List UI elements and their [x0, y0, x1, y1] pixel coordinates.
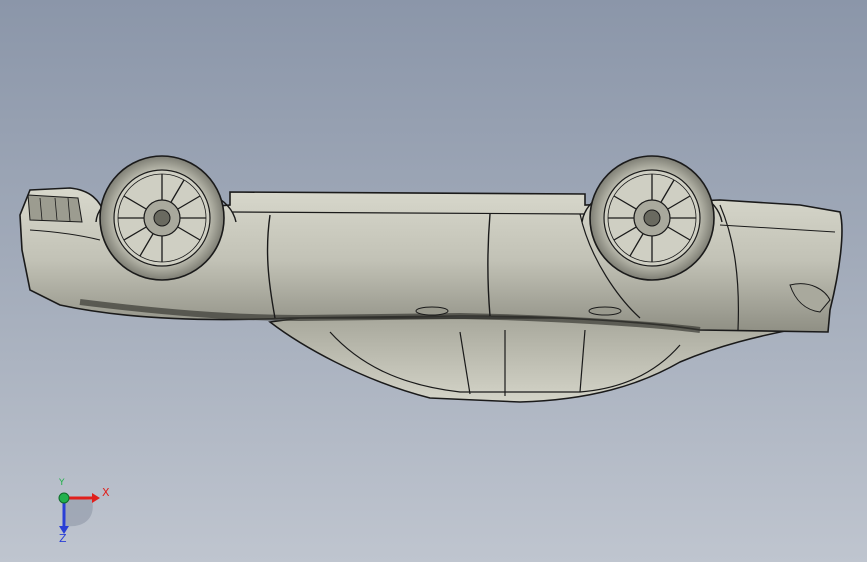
- y-axis-dot: [58, 492, 70, 504]
- orientation-triad[interactable]: X Y Z: [44, 478, 114, 548]
- graphics-viewport[interactable]: X Y Z: [0, 0, 867, 562]
- door-handle: [415, 306, 449, 316]
- triad-shadow: [64, 498, 93, 527]
- x-axis-label: X: [102, 486, 110, 499]
- front-wheel: [99, 155, 225, 281]
- rear-wheel: [589, 155, 715, 281]
- z-axis-label: Z: [59, 532, 67, 545]
- car-model-upside-down[interactable]: [0, 0, 867, 562]
- door-handle: [588, 306, 622, 316]
- y-axis-label: Y: [59, 478, 65, 488]
- x-axis-arrowhead: [92, 493, 100, 503]
